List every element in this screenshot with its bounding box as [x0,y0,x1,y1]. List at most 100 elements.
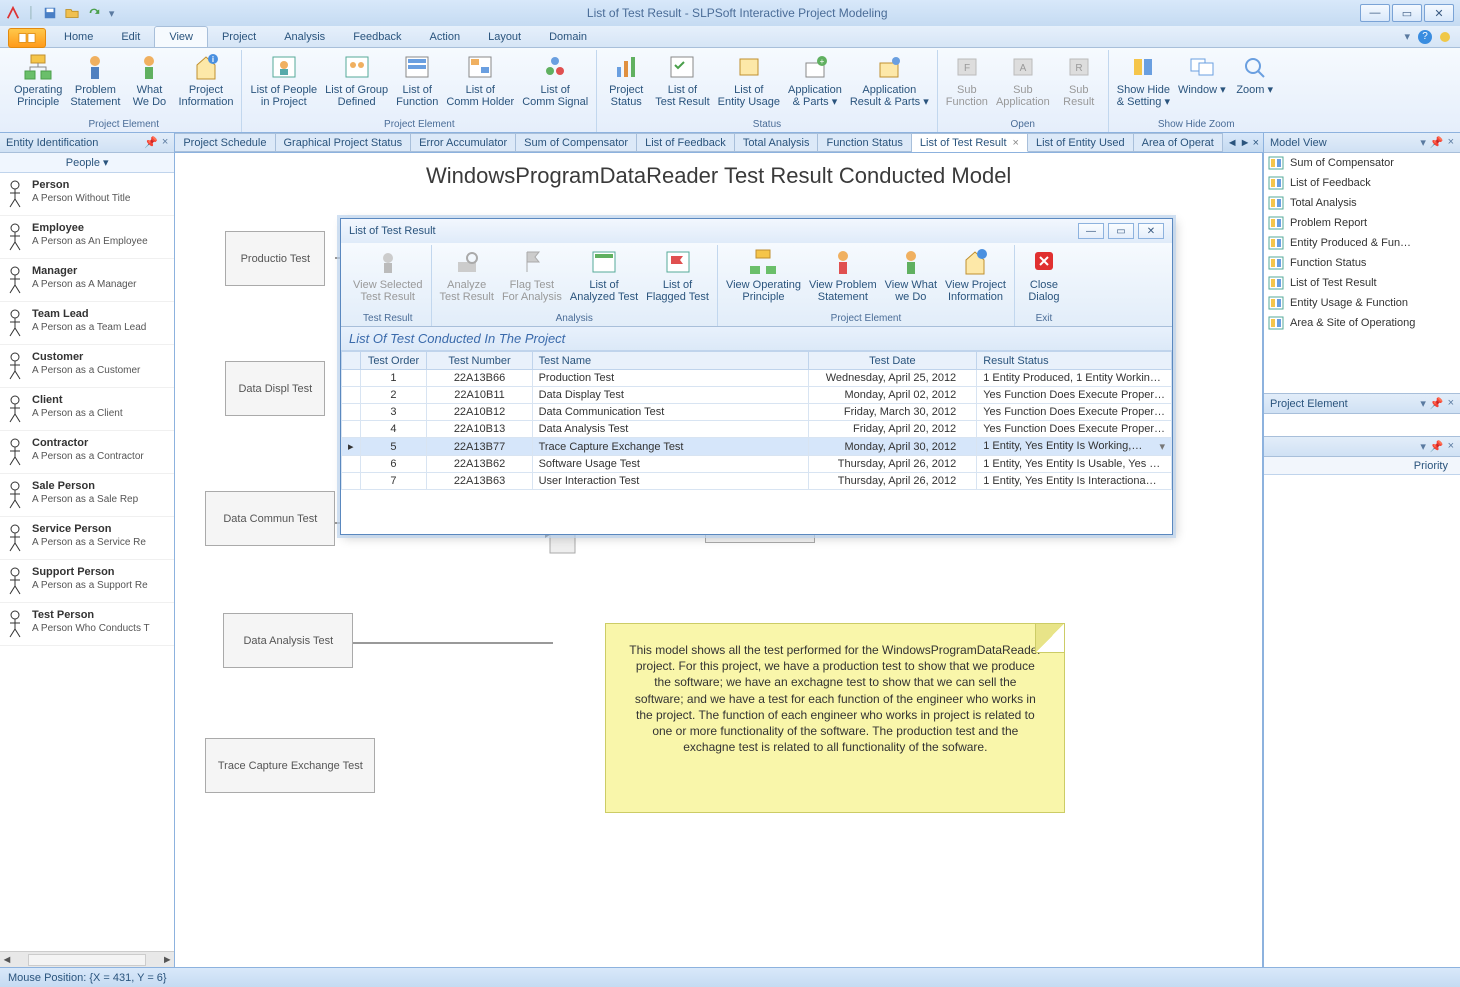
table-row[interactable]: 2 22A10B11 Data Display Test Monday, Apr… [342,387,1172,404]
people-header[interactable]: People ▾ [0,153,174,173]
model-view-item[interactable]: List of Test Result [1264,273,1460,293]
model-view-item[interactable]: Area & Site of Operationg [1264,313,1460,333]
dialog-maximize-button[interactable]: ▭ [1108,223,1134,239]
list-flagged-test-button[interactable]: List of Flagged Test [642,245,713,311]
doc-tab[interactable]: List of Entity Used [1028,133,1134,152]
model-view-item[interactable]: Function Status [1264,253,1460,273]
minimize-button[interactable]: — [1360,4,1390,22]
entity-item[interactable]: PersonA Person Without Title [0,173,174,216]
list-comm-signal-button[interactable]: List of Comm Signal [518,50,592,117]
problem-statement-button[interactable]: Problem Statement [66,50,124,117]
entity-item[interactable]: Service PersonA Person as a Service Re [0,517,174,560]
col-test-order[interactable]: Test Order [360,352,427,370]
open-icon[interactable] [65,6,79,20]
entity-item[interactable]: ClientA Person as a Client [0,388,174,431]
doc-tab[interactable]: List of Test Result× [912,133,1028,152]
col-result-status[interactable]: Result Status [977,352,1172,370]
model-view-item[interactable]: Sum of Compensator [1264,153,1460,173]
application-parts-button[interactable]: +Application & Parts ▾ [784,50,846,117]
mv-pin-icon[interactable]: 📌 [1430,136,1444,149]
menu-feedback[interactable]: Feedback [339,26,415,47]
table-row[interactable]: 6 22A13B62 Software Usage Test Thursday,… [342,456,1172,473]
entity-item[interactable]: Sale PersonA Person as a Sale Rep [0,474,174,517]
project-information-button[interactable]: iProject Information [174,50,237,117]
test-result-grid[interactable]: Test Order Test Number Test Name Test Da… [341,351,1172,534]
box-trace-capture-test[interactable]: Trace Capture Exchange Test [205,738,375,793]
what-we-do-button[interactable]: What We Do [124,50,174,117]
doc-tab[interactable]: Graphical Project Status [276,133,412,152]
tab-scroll-left[interactable]: ◄ [1227,137,1238,149]
left-hscroll[interactable]: ◄► [0,951,174,967]
list-comm-holder-button[interactable]: List of Comm Holder [442,50,518,117]
table-row[interactable]: 1 22A13B66 Production Test Wednesday, Ap… [342,370,1172,387]
menu-project[interactable]: Project [208,26,270,47]
show-hide-setting-button[interactable]: Show Hide & Setting ▾ [1113,50,1174,117]
box-data-comm-test[interactable]: Data Commun Test [205,491,335,546]
table-row[interactable]: ▸ 5 22A13B77 Trace Capture Exchange Test… [342,438,1172,456]
menu-edit[interactable]: Edit [107,26,154,47]
application-result-parts-button[interactable]: Application Result & Parts ▾ [846,50,933,117]
doc-tab[interactable]: Function Status [818,133,911,152]
tab-scroll-right[interactable]: ► [1240,137,1251,149]
doc-tab[interactable]: Area of Operat [1134,133,1223,152]
style-dropdown-icon[interactable]: ▾ [1404,30,1410,43]
list-function-button[interactable]: List of Function [392,50,442,117]
mv-dropdown-icon[interactable]: ▾ [1420,136,1426,149]
close-button[interactable]: ✕ [1424,4,1454,22]
doc-tab[interactable]: List of Feedback [637,133,735,152]
col-test-date[interactable]: Test Date [808,352,977,370]
maximize-button[interactable]: ▭ [1392,4,1422,22]
note[interactable]: This model shows all the test performed … [605,623,1065,813]
model-view-item[interactable]: List of Feedback [1264,173,1460,193]
panel-close-icon[interactable]: × [162,136,168,149]
dialog-close-button[interactable]: ✕ [1138,223,1164,239]
view-project-info-button[interactable]: View Project Information [941,245,1010,311]
menu-view[interactable]: View [154,26,208,47]
doc-tab[interactable]: Project Schedule [175,133,275,152]
box-data-analysis-test[interactable]: Data Analysis Test [223,613,353,668]
file-button[interactable] [8,28,46,48]
project-status-button[interactable]: Project Status [601,50,651,117]
entity-item[interactable]: Support PersonA Person as a Support Re [0,560,174,603]
mv-close-icon[interactable]: × [1448,136,1454,149]
doc-tab[interactable]: Sum of Compensator [516,133,637,152]
entity-item[interactable]: Test PersonA Person Who Conducts T [0,603,174,646]
menu-domain[interactable]: Domain [535,26,601,47]
tab-close-all[interactable]: × [1253,137,1259,149]
list-analyzed-test-button[interactable]: List of Analyzed Test [566,245,642,311]
entity-item[interactable]: ManagerA Person as A Manager [0,259,174,302]
save-icon[interactable] [43,6,57,20]
redo-icon[interactable] [87,6,101,20]
menu-home[interactable]: Home [50,26,107,47]
table-row[interactable]: 7 22A13B63 User Interaction Test Thursda… [342,473,1172,490]
entity-item[interactable]: Team LeadA Person as a Team Lead [0,302,174,345]
operating-principle-button[interactable]: Operating Principle [10,50,66,117]
entity-item[interactable]: ContractorA Person as a Contractor [0,431,174,474]
box-data-display-test[interactable]: Data Displ Test [225,361,325,416]
model-view-item[interactable]: Problem Report [1264,213,1460,233]
table-row[interactable]: 4 22A10B13 Data Analysis Test Friday, Ap… [342,421,1172,438]
col-test-name[interactable]: Test Name [532,352,808,370]
dialog-minimize-button[interactable]: — [1078,223,1104,239]
entity-item[interactable]: CustomerA Person as a Customer [0,345,174,388]
window-button[interactable]: Window ▾ [1174,50,1230,117]
table-row[interactable]: 3 22A10B12 Data Communication Test Frida… [342,404,1172,421]
close-dialog-button[interactable]: Close Dialog [1019,245,1069,311]
col-test-number[interactable]: Test Number [427,352,532,370]
menu-analysis[interactable]: Analysis [270,26,339,47]
menu-action[interactable]: Action [416,26,475,47]
doc-tab[interactable]: Total Analysis [735,133,819,152]
doc-tab[interactable]: Error Accumulator [411,133,516,152]
pin-icon[interactable]: 📌 [144,136,158,149]
list-entity-usage-button[interactable]: List of Entity Usage [714,50,784,117]
list-group-button[interactable]: List of Group Defined [321,50,392,117]
list-test-result-button[interactable]: List of Test Result [651,50,713,117]
model-view-item[interactable]: Entity Produced & Fun… [1264,233,1460,253]
help-icon[interactable]: ? [1418,30,1432,44]
view-operating-principle-button[interactable]: View Operating Principle [722,245,805,311]
model-view-item[interactable]: Total Analysis [1264,193,1460,213]
box-production-test[interactable]: Productio Test [225,231,325,286]
view-problem-statement-button[interactable]: View Problem Statement [805,245,881,311]
priority-header[interactable]: Priority [1264,457,1460,475]
list-people-button[interactable]: List of People in Project [246,50,321,117]
